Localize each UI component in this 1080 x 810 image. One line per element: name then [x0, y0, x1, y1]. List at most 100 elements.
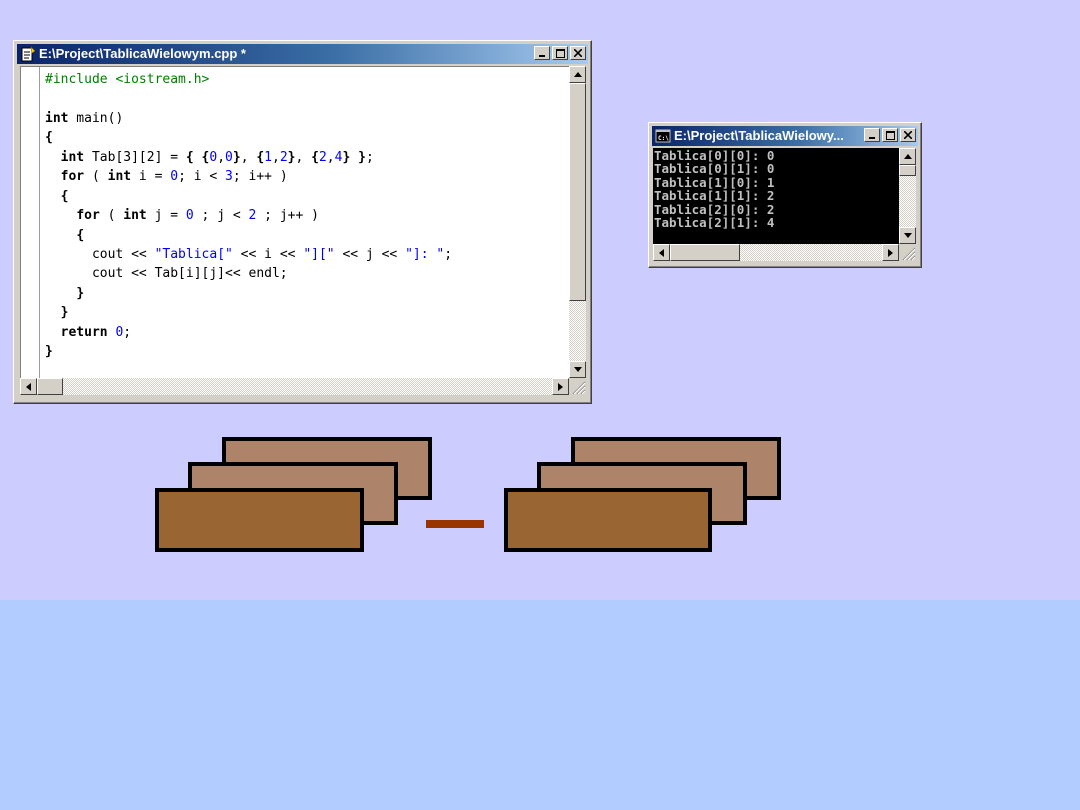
code-token: ( — [84, 169, 108, 185]
editor-horizontal-scrollbar[interactable] — [20, 378, 569, 395]
close-button[interactable] — [900, 128, 916, 142]
code-token: << j << — [334, 246, 406, 262]
scroll-left-button[interactable] — [20, 378, 37, 395]
code-token: { — [185, 149, 194, 165]
code-editor[interactable]: #include <iostream.h> int main() { int Tab… — [20, 66, 573, 380]
code-token: , — [217, 149, 226, 165]
code-token: ; j++ ) — [256, 208, 319, 224]
resize-grip[interactable] — [569, 378, 586, 395]
code-line: } — [45, 303, 452, 322]
scroll-thumb[interactable] — [569, 83, 586, 301]
code-token: } — [358, 149, 366, 165]
scroll-down-button[interactable] — [899, 227, 916, 244]
code-line: return 0; — [45, 323, 452, 342]
minimize-icon — [869, 137, 875, 139]
console-titlebar[interactable]: C:\ E:\Project\TablicaWielowy... — [652, 126, 918, 146]
arrow-up-icon — [573, 72, 582, 77]
code-area[interactable]: #include <iostream.h> int main() { int Tab… — [45, 70, 452, 362]
code-token: ; — [365, 149, 374, 165]
code-token: "][" — [303, 246, 335, 262]
maximize-button[interactable] — [552, 46, 568, 60]
editor-titlebar[interactable]: E:\Project\TablicaWielowym.cpp * — [17, 44, 588, 64]
code-token: 2 — [279, 149, 288, 165]
console-vertical-scrollbar[interactable] — [899, 148, 916, 244]
editor-gutter — [21, 67, 40, 379]
scroll-thumb[interactable] — [37, 378, 63, 395]
code-token: { — [256, 149, 265, 165]
code-token: #include <iostream.h> — [45, 72, 210, 87]
arrow-right-icon — [558, 382, 563, 391]
resize-grip-icon — [902, 247, 916, 261]
console-horizontal-scrollbar[interactable] — [653, 244, 899, 261]
maximize-button[interactable] — [882, 128, 898, 142]
console-output[interactable]: Tablica[0][0]: 0 Tablica[0][1]: 0 Tablica[… — [653, 148, 899, 244]
code-token: 3 — [225, 169, 233, 185]
code-line: int main() — [45, 109, 452, 128]
code-token: ; j < — [193, 208, 249, 224]
editor-vertical-scrollbar[interactable] — [569, 66, 586, 378]
code-token: "Tablica[" — [154, 246, 233, 262]
code-token: , — [240, 149, 257, 165]
code-token: int — [123, 208, 147, 224]
resize-grip[interactable] — [899, 244, 916, 261]
scroll-thumb[interactable] — [670, 244, 740, 261]
code-line: } — [45, 284, 452, 303]
arrow-up-icon — [903, 154, 912, 159]
scroll-thumb[interactable] — [899, 165, 916, 176]
code-token: ( — [99, 208, 124, 224]
minimize-button[interactable] — [534, 46, 550, 60]
code-token: 0 — [185, 208, 194, 224]
code-token: { — [45, 130, 53, 146]
arrow-right-icon — [888, 248, 893, 257]
console-icon: C:\ — [655, 129, 671, 143]
arrow-left-icon — [26, 382, 31, 391]
code-token: 0 — [225, 149, 233, 165]
scroll-up-button[interactable] — [569, 66, 586, 83]
code-token: for — [76, 208, 100, 224]
code-line: int Tab[3][2] = { {0,0}, {1,2}, {2,4} }; — [45, 148, 452, 167]
code-token: , — [295, 149, 312, 165]
dash-connector — [426, 520, 484, 528]
code-token: ; — [444, 246, 453, 262]
code-line: cout << Tab[i][j]<< endl; — [45, 264, 452, 283]
scroll-left-button[interactable] — [653, 244, 670, 261]
code-token: } — [60, 305, 69, 321]
code-line: cout << "Tablica[" << i << "][" << j << … — [45, 245, 452, 264]
console-line: Tablica[1][0]: 1 — [654, 174, 775, 190]
scroll-right-button[interactable] — [882, 244, 899, 261]
console-window[interactable]: C:\ E:\Project\TablicaWielowy... Tablica… — [648, 122, 922, 268]
editor-window[interactable]: E:\Project\TablicaWielowym.cpp * #includ… — [13, 40, 592, 404]
code-token: { — [311, 149, 319, 165]
code-token: int — [45, 110, 69, 126]
code-token: main() — [68, 110, 124, 126]
minimize-button[interactable] — [864, 128, 880, 142]
code-token: { — [60, 188, 69, 204]
console-line: Tablica[1][1]: 2 — [654, 188, 775, 204]
close-button[interactable] — [570, 46, 586, 60]
editor-title: E:\Project\TablicaWielowym.cpp * — [39, 46, 246, 61]
console-line: Tablica[0][0]: 0 — [654, 148, 775, 163]
console-line: Tablica[2][0]: 2 — [654, 201, 775, 217]
code-token: 1 — [264, 149, 272, 165]
code-token: "]: " — [405, 246, 445, 262]
scroll-up-button[interactable] — [899, 148, 916, 165]
code-line: { — [45, 226, 452, 245]
arrow-down-icon — [903, 233, 912, 238]
code-token: i = — [131, 169, 171, 185]
code-token: 0 — [170, 169, 179, 185]
scroll-down-button[interactable] — [569, 361, 586, 378]
arrow-left-icon — [659, 248, 664, 257]
console-title: E:\Project\TablicaWielowy... — [674, 128, 844, 143]
maximize-icon — [555, 48, 565, 58]
scroll-right-button[interactable] — [552, 378, 569, 395]
code-token: ; — [123, 324, 132, 340]
code-token: , — [272, 149, 280, 165]
left-block-front — [155, 488, 364, 552]
code-token: } — [76, 285, 85, 301]
arrow-down-icon — [573, 367, 582, 372]
